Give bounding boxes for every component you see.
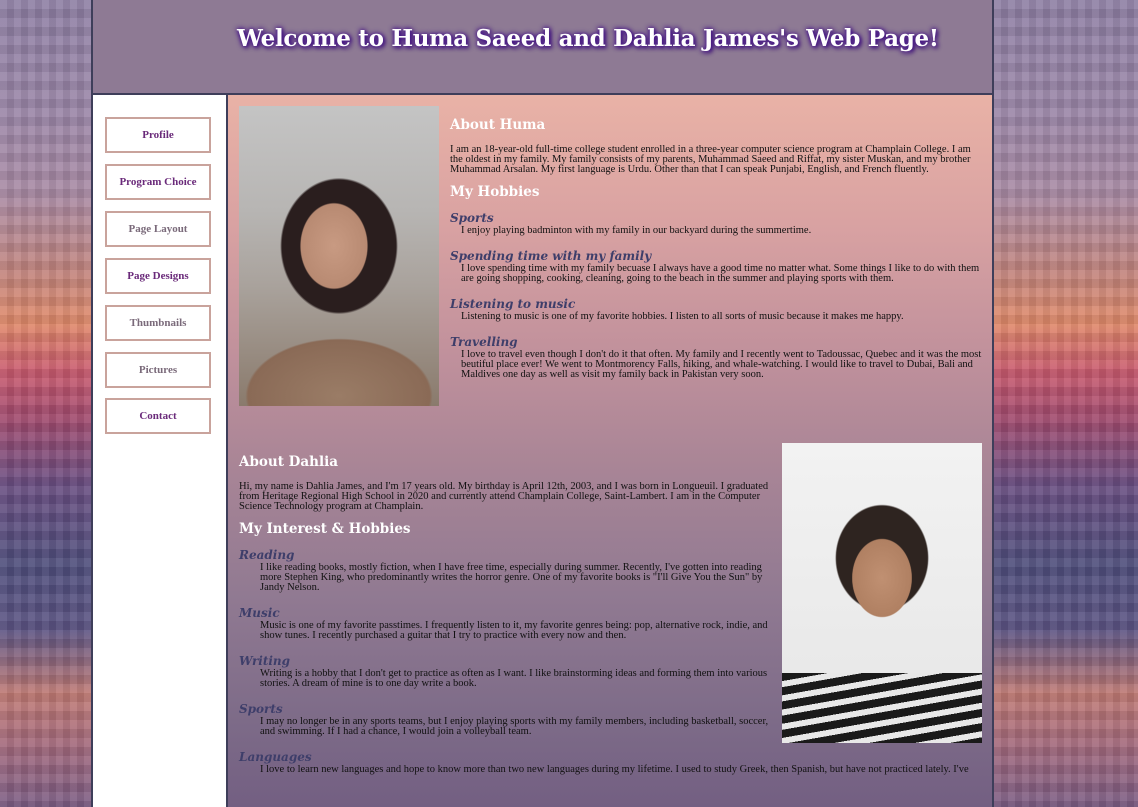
dahlia-hobby-text: Writing is a hobby that I don't get to p…	[260, 668, 768, 689]
dahlia-hobbies-heading: My Interest & Hobbies	[239, 521, 411, 537]
huma-hobby-title: Spending time with my family	[450, 249, 652, 263]
dahlia-hobby-text: I may no longer be in any sports teams, …	[260, 716, 769, 737]
dahlia-hobby-text: I like reading books, mostly fiction, wh…	[260, 562, 763, 593]
dahlia-section: About Dahlia Hi, my name is Dahlia James…	[239, 453, 969, 775]
dahlia-hobby-title: Music	[239, 606, 280, 620]
dahlia-hobby-title: Languages	[239, 750, 312, 764]
huma-photo	[239, 106, 439, 406]
dahlia-hobby-title: Sports	[239, 702, 283, 716]
huma-hobby-text: I love spending time with my family becu…	[461, 263, 980, 284]
huma-hobbies-heading: My Hobbies	[450, 184, 540, 200]
huma-hobby-text: I love to travel even though I don't do …	[461, 349, 982, 380]
huma-hobby-title: Travelling	[450, 335, 518, 349]
nav-page-layout-button[interactable]: Page Layout	[105, 211, 211, 247]
nav-program-choice-button[interactable]: Program Choice	[105, 164, 211, 200]
right-background-panel	[994, 0, 1138, 807]
nav-contact-button[interactable]: Contact	[105, 398, 211, 434]
dahlia-hobby-title: Writing	[239, 654, 291, 668]
huma-about-heading: About Huma	[450, 117, 546, 133]
huma-hobby-title: Sports	[450, 211, 494, 225]
dahlia-hobby-text: I love to learn new languages and hope t…	[260, 764, 969, 775]
nav-thumbnails-button[interactable]: Thumbnails	[105, 305, 211, 341]
nav-pictures-button[interactable]: Pictures	[105, 352, 211, 388]
page-header: Welcome to Huma Saeed and Dahlia James's…	[93, 0, 992, 95]
dahlia-hobby-title: Reading	[239, 548, 295, 562]
dahlia-about-heading: About Dahlia	[239, 454, 338, 470]
dahlia-about-text: Hi, my name is Dahlia James, and I'm 17 …	[239, 481, 769, 512]
left-background-panel	[0, 0, 92, 807]
page-title: Welcome to Huma Saeed and Dahlia James's…	[237, 25, 939, 52]
huma-about-text: I am an 18-year-old full-time college st…	[450, 144, 971, 175]
nav-sidebar: Profile Program Choice Page Layout Page …	[93, 95, 228, 807]
huma-section: About Huma I am an 18-year-old full-time…	[450, 116, 982, 380]
huma-hobby-text: Listening to music is one of my favorite…	[461, 311, 904, 322]
nav-profile-button[interactable]: Profile	[105, 117, 211, 153]
huma-hobby-title: Listening to music	[450, 297, 576, 311]
main-content: About Huma I am an 18-year-old full-time…	[228, 95, 992, 807]
huma-hobby-text: I enjoy playing badminton with my family…	[461, 225, 812, 236]
dahlia-photo	[782, 443, 982, 743]
nav-page-designs-button[interactable]: Page Designs	[105, 258, 211, 294]
page-container: Welcome to Huma Saeed and Dahlia James's…	[91, 0, 994, 807]
dahlia-hobby-text: Music is one of my favorite passtimes. I…	[260, 620, 768, 641]
